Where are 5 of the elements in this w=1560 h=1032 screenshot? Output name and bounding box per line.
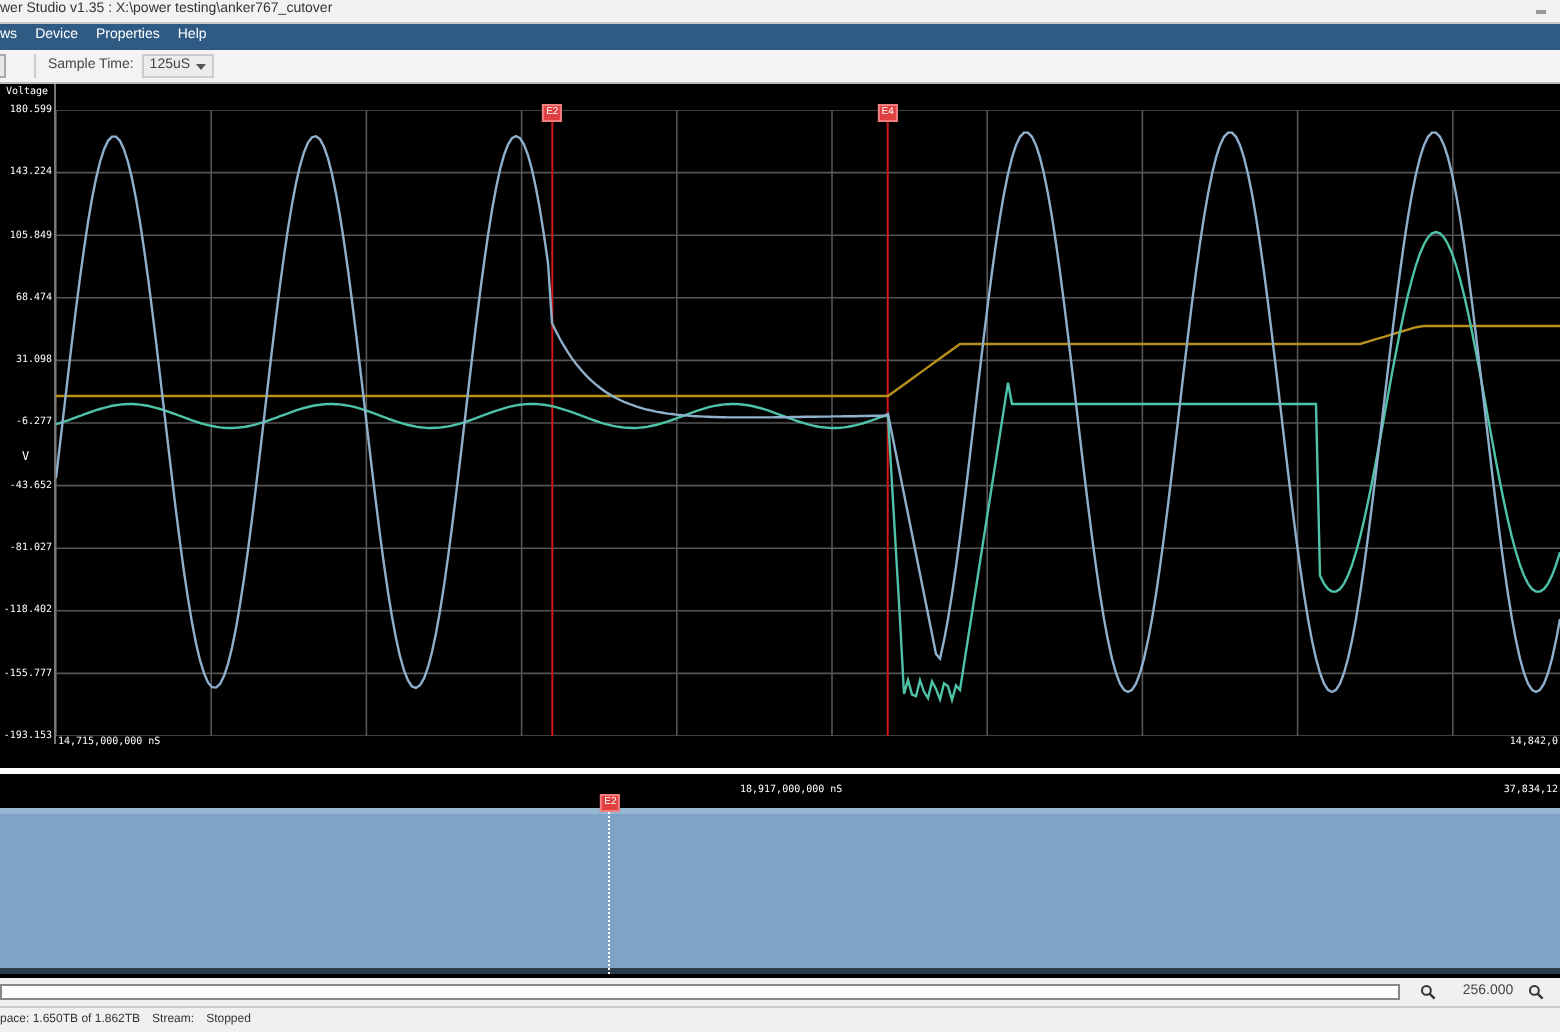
zoom-in-icon[interactable] [1528, 984, 1544, 1000]
zoom-out-icon[interactable] [1420, 984, 1436, 1000]
horizontal-scrollbar[interactable] [0, 984, 1400, 1000]
caret-icon [195, 63, 206, 69]
minimize-icon[interactable] [1536, 9, 1546, 13]
